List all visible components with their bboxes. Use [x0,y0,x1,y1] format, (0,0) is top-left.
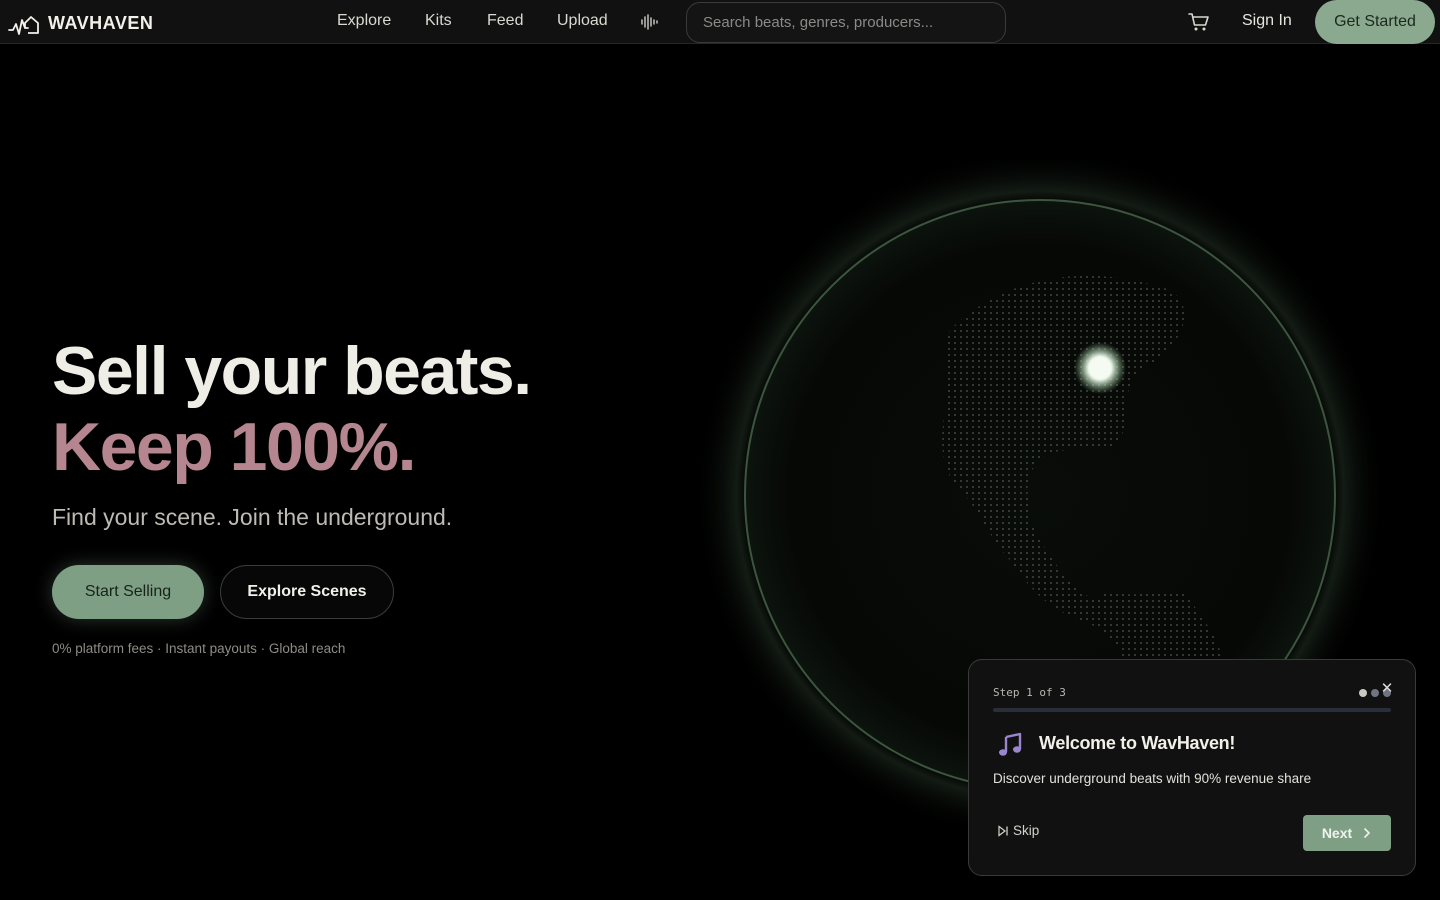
skip-icon [998,824,1008,837]
nav-link-upload[interactable]: Upload [557,12,608,30]
sign-in-link[interactable]: Sign In [1242,12,1292,30]
waveform-house-icon [8,16,39,35]
hero-tagline: 0% platform fees · Instant payouts · Glo… [52,641,346,656]
top-nav: WAVHAVEN Explore Kits Feed Upload Sign I… [0,0,1440,44]
tour-close-button[interactable]: ✕ [1377,678,1397,698]
tour-skip-button[interactable]: Skip [997,823,1039,838]
nav-link-feed[interactable]: Feed [487,12,523,30]
next-label: Next [1321,825,1353,841]
onboarding-tour-card: Step 1 of 3 ✕ Welcome to WavHaven! Disco… [968,659,1416,876]
chevron-right-icon [1364,828,1371,838]
tour-title: Welcome to WavHaven! [1039,733,1236,753]
nav-link-explore[interactable]: Explore [337,12,391,30]
tour-step-label: Step 1 of 3 [993,686,1066,699]
hero-subtitle: Find your scene. Join the underground. [52,504,453,530]
nav-link-kits[interactable]: Kits [425,12,452,30]
tour-progress-bar [993,708,1391,712]
explore-scenes-button[interactable]: Explore Scenes [220,565,394,619]
brand-name: WAVHAVEN [48,12,154,33]
tour-next-button[interactable]: Next [1303,815,1391,851]
search-input[interactable] [686,2,1006,43]
hero-headline-accent: Keep 100%. [52,409,416,485]
brand-logo[interactable]: WAVHAVEN [8,10,153,36]
hero-headline: Sell your beats. [52,333,532,409]
start-selling-button[interactable]: Start Selling [52,565,204,619]
tour-description: Discover underground beats with 90% reve… [993,771,1312,786]
skip-label: Skip [1013,823,1040,838]
cart-icon[interactable] [1188,12,1210,32]
music-note-icon [999,732,1022,756]
tour-step-dot-1 [1359,689,1367,697]
get-started-button[interactable]: Get Started [1315,0,1435,44]
audio-wave-icon[interactable] [640,13,658,31]
